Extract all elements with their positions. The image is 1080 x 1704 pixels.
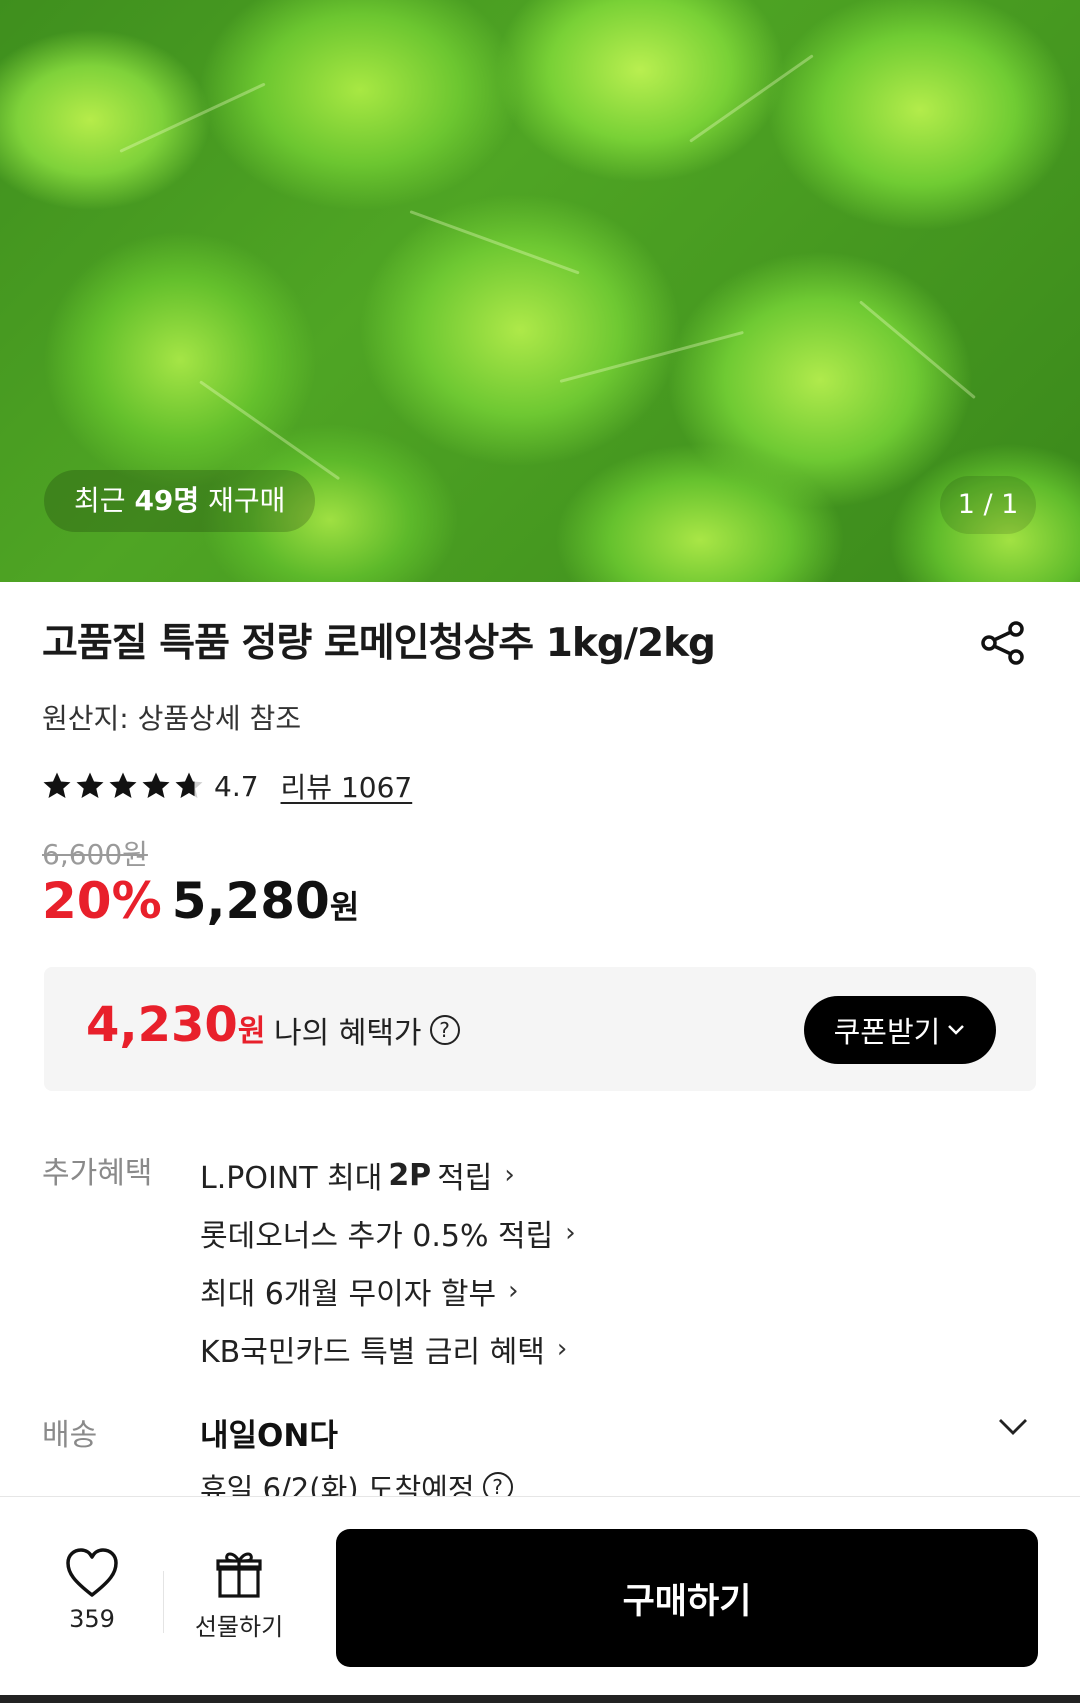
leaf-vein xyxy=(859,300,976,400)
gift-label: 선물하기 xyxy=(194,1613,284,1641)
gift-icon xyxy=(216,1552,262,1598)
extra-benefit-bold: 2P xyxy=(388,1157,432,1193)
star-icon xyxy=(76,772,104,798)
wish-count: 359 xyxy=(69,1605,115,1633)
extra-benefit-item[interactable]: 롯데오너스 추가 0.5% 적립 › xyxy=(200,1204,576,1262)
leaf-vein xyxy=(199,380,341,481)
chevron-right-icon: › xyxy=(508,1276,519,1306)
extra-benefits-label: 추가혜택 xyxy=(42,1156,153,1191)
shipping-title: 내일ON다 xyxy=(200,1418,338,1454)
benefit-label-text: 나의 혜택가 xyxy=(274,1016,422,1051)
chevron-right-icon: › xyxy=(504,1160,515,1190)
extra-benefit-post: 적립 xyxy=(437,1161,493,1196)
benefit-price-value: 4,230 xyxy=(86,997,238,1053)
share-icon[interactable] xyxy=(978,618,1028,668)
extra-benefit-item[interactable]: L.POINT 최대 2P 적립 › xyxy=(200,1146,576,1204)
divider xyxy=(163,1571,164,1633)
star-icon xyxy=(43,772,71,798)
star-icon xyxy=(175,772,203,798)
image-pager: 1 / 1 xyxy=(940,476,1036,534)
chevron-right-icon: › xyxy=(565,1218,576,1248)
star-icon xyxy=(109,772,137,798)
rating-value: 4.7 xyxy=(214,769,259,803)
heart-icon xyxy=(66,1548,118,1597)
benefit-label: 나의 혜택가 ? xyxy=(274,1008,460,1052)
chevron-down-icon xyxy=(948,1025,965,1035)
rating-row: 4.7 리뷰 1067 xyxy=(42,766,412,806)
help-icon[interactable]: ? xyxy=(429,1015,460,1045)
leaf-vein xyxy=(409,210,580,275)
origin-text: 원산지: 상품상세 참조 xyxy=(42,702,302,735)
extra-benefit-item[interactable]: KB국민카드 특별 금리 혜택 › xyxy=(200,1320,576,1378)
sale-price-unit: 원 xyxy=(329,888,360,926)
star-icon xyxy=(142,772,170,798)
discount-rate: 20% xyxy=(42,872,162,930)
leaf-vein xyxy=(119,82,266,153)
repurchase-badge: 최근 49명 재구매 xyxy=(44,470,316,532)
home-indicator xyxy=(0,1695,1080,1703)
extra-benefit-text: KB국민카드 특별 금리 혜택 xyxy=(200,1335,545,1370)
repurchase-prefix: 최근 xyxy=(74,484,126,517)
product-title: 고품질 특품 정량 로메인청상추 1kg/2kg xyxy=(42,621,716,666)
shipping-label: 배송 xyxy=(42,1418,98,1453)
gift-button[interactable]: 선물하기 xyxy=(186,1549,292,1642)
original-price: 6,600원 xyxy=(42,838,148,871)
price-row: 20% 5,280원 xyxy=(42,872,359,930)
leaf-vein xyxy=(689,54,814,143)
extra-benefits-list: L.POINT 최대 2P 적립 › 롯데오너스 추가 0.5% 적립 › 최대… xyxy=(200,1146,576,1378)
chevron-right-icon: › xyxy=(556,1334,568,1364)
repurchase-count: 49명 xyxy=(134,484,200,517)
coupon-button[interactable]: 쿠폰받기 xyxy=(804,996,996,1064)
bottom-action-bar: 359 선물하기 구매하기 xyxy=(0,1496,1080,1704)
extra-benefit-text: 롯데오너스 추가 0.5% 적립 xyxy=(200,1219,554,1254)
benefit-price-box: 4,230원 나의 혜택가 ? 쿠폰받기 xyxy=(44,967,1036,1091)
benefit-price: 4,230원 xyxy=(86,997,265,1053)
review-link[interactable]: 리뷰 1067 xyxy=(281,766,413,806)
benefit-price-unit: 원 xyxy=(237,1014,266,1049)
coupon-button-label: 쿠폰받기 xyxy=(833,1015,941,1049)
extra-benefit-text: 최대 6개월 무이자 할부 xyxy=(200,1277,497,1312)
wish-button[interactable]: 359 xyxy=(52,1547,132,1633)
extra-benefit-item[interactable]: 최대 6개월 무이자 할부 › xyxy=(200,1262,576,1320)
rating-stars xyxy=(42,771,204,801)
leaf-vein xyxy=(559,330,744,383)
product-image[interactable]: 최근 49명 재구매 1 / 1 xyxy=(0,0,1080,582)
chevron-down-icon[interactable] xyxy=(996,1414,1030,1440)
extra-benefit-text: L.POINT 최대 xyxy=(200,1161,383,1196)
sale-price: 5,280 xyxy=(171,872,330,930)
buy-button[interactable]: 구매하기 xyxy=(336,1529,1038,1667)
repurchase-suffix: 재구매 xyxy=(208,484,286,517)
